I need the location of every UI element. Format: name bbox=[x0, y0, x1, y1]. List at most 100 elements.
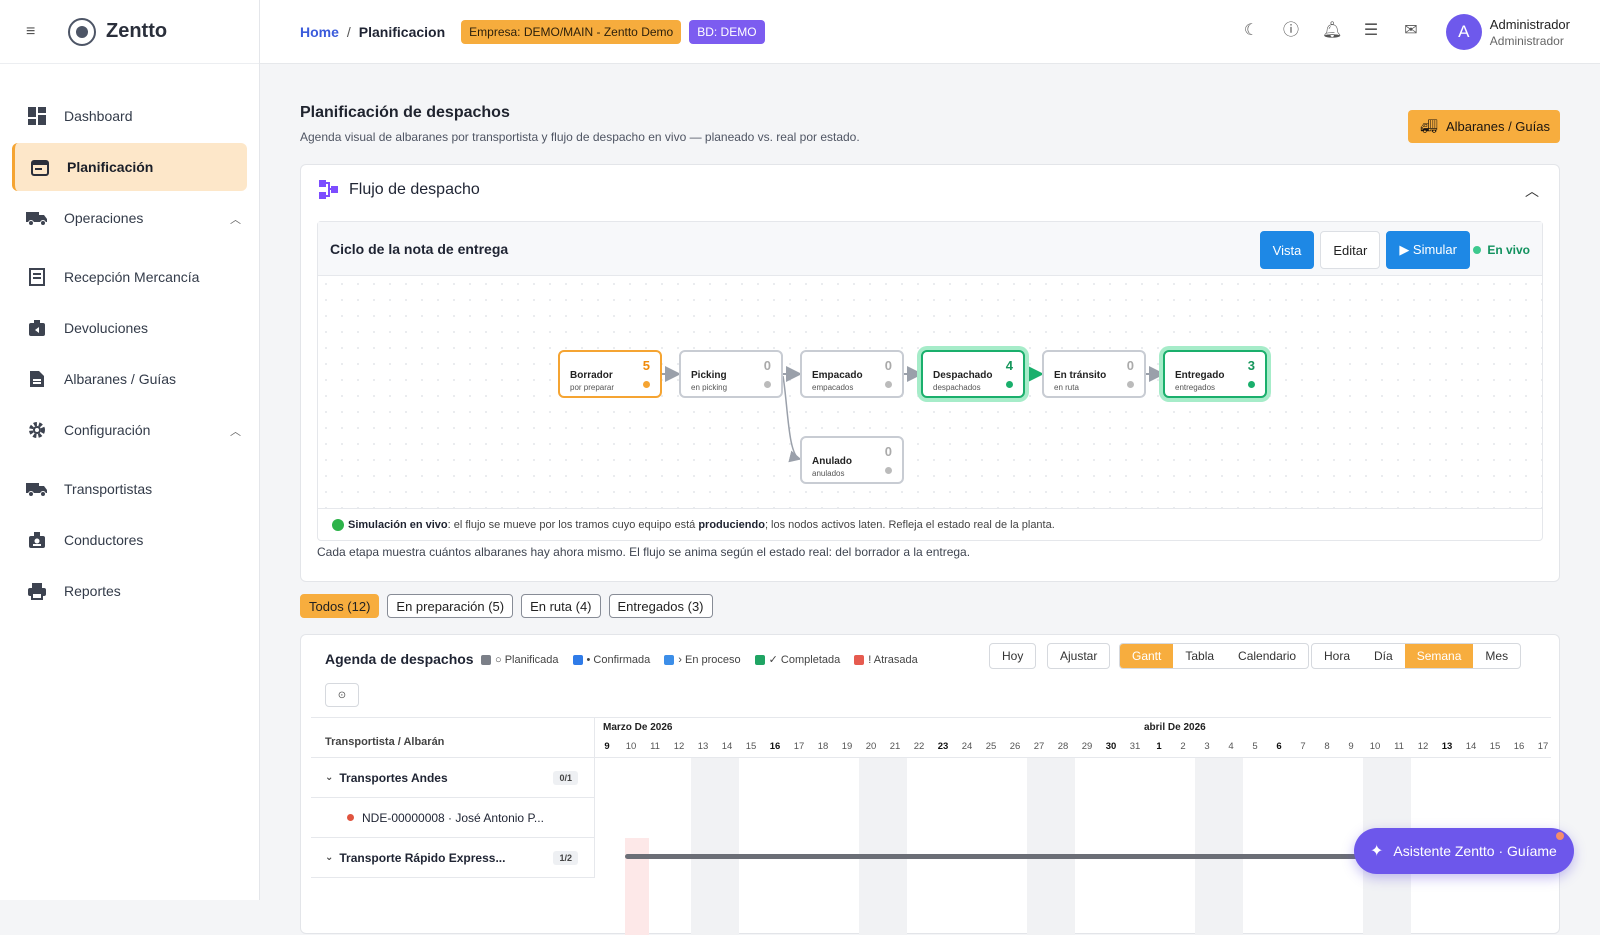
flow-icon bbox=[319, 180, 339, 200]
help-icon[interactable]: ⓘ bbox=[1282, 22, 1300, 40]
flow-node-entregado[interactable]: 3 Entregado entregados bbox=[1163, 350, 1267, 398]
sidebar-item-label: Devoluciones bbox=[64, 320, 149, 336]
legend-swatch bbox=[664, 654, 675, 665]
sidebar-item-reportes[interactable]: Reportes bbox=[12, 567, 247, 615]
sidebar-item-label: Dashboard bbox=[64, 108, 133, 124]
status-dot-icon bbox=[347, 814, 354, 821]
chevron-up-icon[interactable]: ︿ bbox=[1525, 181, 1539, 201]
gantt-bar[interactable] bbox=[625, 854, 1385, 859]
empresa-badge[interactable]: Empresa: DEMO/MAIN - Zentto Demo bbox=[461, 19, 682, 44]
avatar[interactable]: A bbox=[1445, 14, 1482, 50]
day-label: 3 bbox=[1204, 741, 1210, 752]
scale-semana[interactable]: Semana bbox=[1404, 644, 1474, 668]
vista-button[interactable]: Vista bbox=[1259, 231, 1315, 269]
scale-mes[interactable]: Mes bbox=[1473, 644, 1520, 668]
albaran-name: NDE-00000008 · José Antonio P... bbox=[362, 810, 544, 825]
sidebar-item-albaranes[interactable]: Albaranes / Guías bbox=[12, 355, 247, 403]
node-status-dot bbox=[1006, 381, 1013, 388]
main-content: Planificación de despachos Agenda visual… bbox=[300, 104, 1560, 935]
user-name: Administrador bbox=[1489, 16, 1570, 32]
carrier-row-andes[interactable]: ⌄ Transportes Andes 0/1 bbox=[311, 758, 595, 798]
node-status-dot bbox=[885, 467, 892, 474]
flow-node-anulado[interactable]: 0 Anulado anulados bbox=[800, 436, 904, 484]
scale-switch: Hora Día Semana Mes bbox=[1311, 643, 1522, 669]
flow-note: Cada etapa muestra cuántos albaranes hay… bbox=[317, 545, 971, 559]
albaran-row[interactable]: NDE-00000008 · José Antonio P... bbox=[311, 798, 595, 838]
brand-bar: ≡ Zentto bbox=[0, 0, 259, 64]
dark-mode-icon[interactable]: ☾ bbox=[1242, 22, 1260, 40]
sidebar-item-label: Operaciones bbox=[64, 210, 144, 226]
user-menu[interactable]: A Administrador Administrador bbox=[1445, 14, 1570, 50]
truck-icon bbox=[26, 208, 48, 228]
editar-button[interactable]: Editar bbox=[1320, 231, 1381, 269]
sidebar-item-dashboard[interactable]: Dashboard bbox=[12, 92, 247, 140]
weekend-band bbox=[1027, 758, 1075, 935]
sidebar-item-planificacion[interactable]: Planificación bbox=[12, 143, 247, 191]
carrier-row-rapido[interactable]: ⌄ Transporte Rápido Express... 1/2 bbox=[311, 838, 595, 878]
node-status-dot bbox=[1248, 381, 1255, 388]
ajustar-button[interactable]: Ajustar bbox=[1047, 643, 1111, 669]
sidebar-nav: Dashboard Planificación Operaciones ︿ Re… bbox=[0, 64, 259, 615]
day-label: 17 bbox=[793, 741, 805, 752]
filter-ruta[interactable]: En ruta (4) bbox=[521, 594, 601, 618]
zoom-icon[interactable]: ⊙ bbox=[325, 683, 359, 707]
flow-inner-title: Ciclo de la nota de entrega bbox=[330, 240, 509, 257]
day-label: 12 bbox=[1417, 741, 1429, 752]
day-label: 10 bbox=[1369, 741, 1381, 752]
sidebar-item-configuracion[interactable]: Configuración ︿ bbox=[12, 406, 247, 454]
chevron-up-icon[interactable]: ︿ bbox=[230, 423, 241, 439]
sidebar-item-conductores[interactable]: Conductores bbox=[12, 516, 247, 564]
sidebar-item-label: Recepción Mercancía bbox=[64, 269, 200, 285]
list-icon[interactable]: ☰ bbox=[1362, 22, 1380, 40]
filter-preparacion[interactable]: En preparación (5) bbox=[387, 594, 514, 618]
day-label: 18 bbox=[817, 741, 829, 752]
breadcrumb-home[interactable]: Home bbox=[300, 24, 339, 40]
flow-mode-buttons: Vista Editar ▶ Simular bbox=[1259, 231, 1470, 269]
sidebar-item-recepcion[interactable]: Recepción Mercancía bbox=[12, 253, 247, 301]
day-label: 16 bbox=[769, 741, 781, 752]
day-label: 19 bbox=[841, 741, 853, 752]
chevron-down-icon[interactable]: ⌄ bbox=[325, 772, 333, 783]
view-tabla[interactable]: Tabla bbox=[1173, 644, 1226, 668]
sidebar-item-transportistas[interactable]: Transportistas bbox=[12, 465, 247, 513]
carrier-count: 1/2 bbox=[553, 850, 578, 865]
day-label: 24 bbox=[961, 741, 973, 752]
assistant-button[interactable]: ✦ Asistente Zentto · Guíame bbox=[1354, 828, 1574, 874]
flow-node-despachado[interactable]: 4 Despachado despachados bbox=[921, 350, 1025, 398]
flow-node-picking[interactable]: 0 Picking en picking bbox=[679, 350, 783, 398]
simulation-text-1: : el flujo se mueve por los tramos cuyo … bbox=[447, 518, 699, 531]
chevron-up-icon[interactable]: ︿ bbox=[230, 211, 241, 227]
carrier-name: Transporte Rápido Express... bbox=[339, 850, 506, 865]
node-count: 3 bbox=[1247, 358, 1255, 373]
filter-todos[interactable]: Todos (12) bbox=[300, 594, 380, 618]
chevron-down-icon[interactable]: ⌄ bbox=[325, 852, 333, 863]
day-label: 29 bbox=[1081, 741, 1093, 752]
simulation-bold-2: produciendo bbox=[698, 518, 765, 531]
flow-node-transito[interactable]: 0 En tránsito en ruta bbox=[1042, 350, 1146, 398]
day-label: 11 bbox=[650, 741, 660, 752]
scale-hora[interactable]: Hora bbox=[1312, 644, 1362, 668]
sidebar-item-operaciones[interactable]: Operaciones ︿ bbox=[12, 194, 247, 242]
view-calendario[interactable]: Calendario bbox=[1226, 644, 1308, 668]
simular-button[interactable]: ▶ Simular bbox=[1386, 231, 1470, 269]
menu-collapse-icon[interactable]: ≡ bbox=[26, 23, 44, 39]
mail-icon[interactable]: ✉ bbox=[1402, 22, 1420, 40]
filter-entregados[interactable]: Entregados (3) bbox=[608, 594, 713, 618]
flow-header[interactable]: Flujo de despacho ︿ bbox=[301, 165, 1559, 215]
bell-icon[interactable]: 🔔︎ bbox=[1322, 22, 1342, 40]
flow-node-borrador[interactable]: 5 Borrador por preparar bbox=[558, 350, 662, 398]
day-label: 2 bbox=[1180, 741, 1186, 752]
scale-dia[interactable]: Día bbox=[1362, 644, 1405, 668]
view-gantt[interactable]: Gantt bbox=[1120, 644, 1174, 668]
weekend-band bbox=[1195, 758, 1243, 935]
database-badge[interactable]: BD: DEMO bbox=[689, 19, 765, 44]
node-count: 4 bbox=[1005, 358, 1013, 373]
sidebar-item-label: Reportes bbox=[64, 583, 121, 599]
hoy-button[interactable]: Hoy bbox=[989, 643, 1037, 669]
node-sub: por preparar bbox=[570, 383, 615, 392]
sidebar-item-devoluciones[interactable]: Devoluciones bbox=[12, 304, 247, 352]
albaranes-button[interactable]: 🚚︎ Albaranes / Guías bbox=[1408, 110, 1560, 143]
legend-swatch bbox=[481, 654, 491, 665]
day-label: 7 bbox=[1300, 741, 1306, 752]
flow-node-empacado[interactable]: 0 Empacado empacados bbox=[800, 350, 904, 398]
